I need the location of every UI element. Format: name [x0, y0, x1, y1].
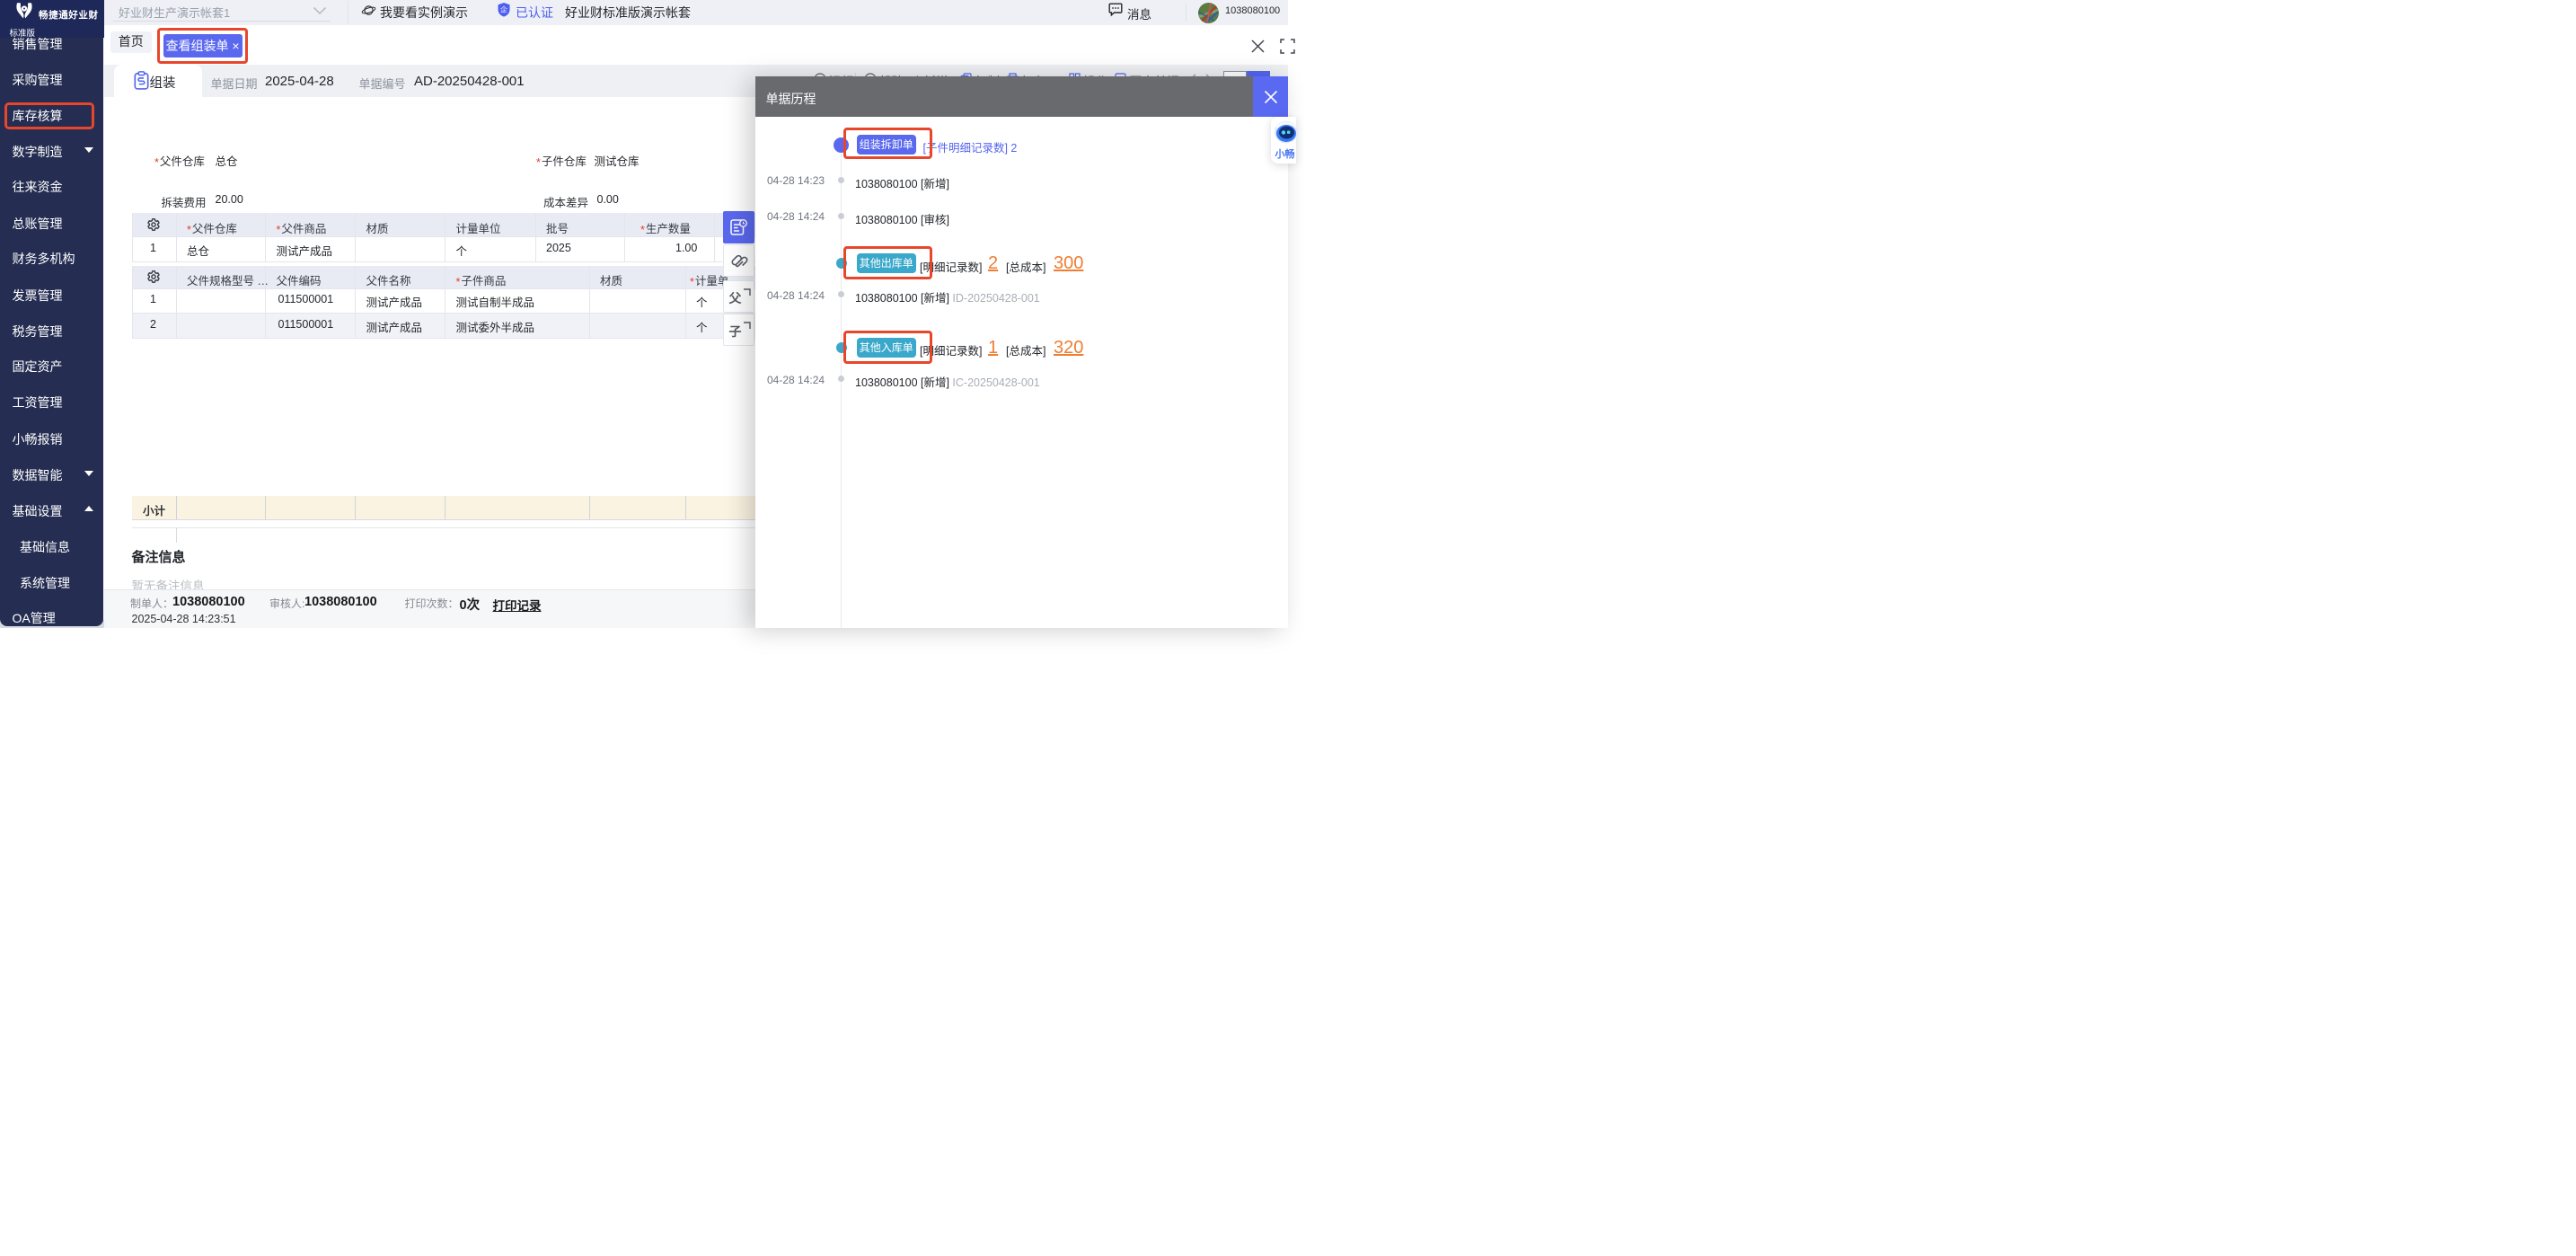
svg-text:企: 企 [500, 5, 507, 14]
